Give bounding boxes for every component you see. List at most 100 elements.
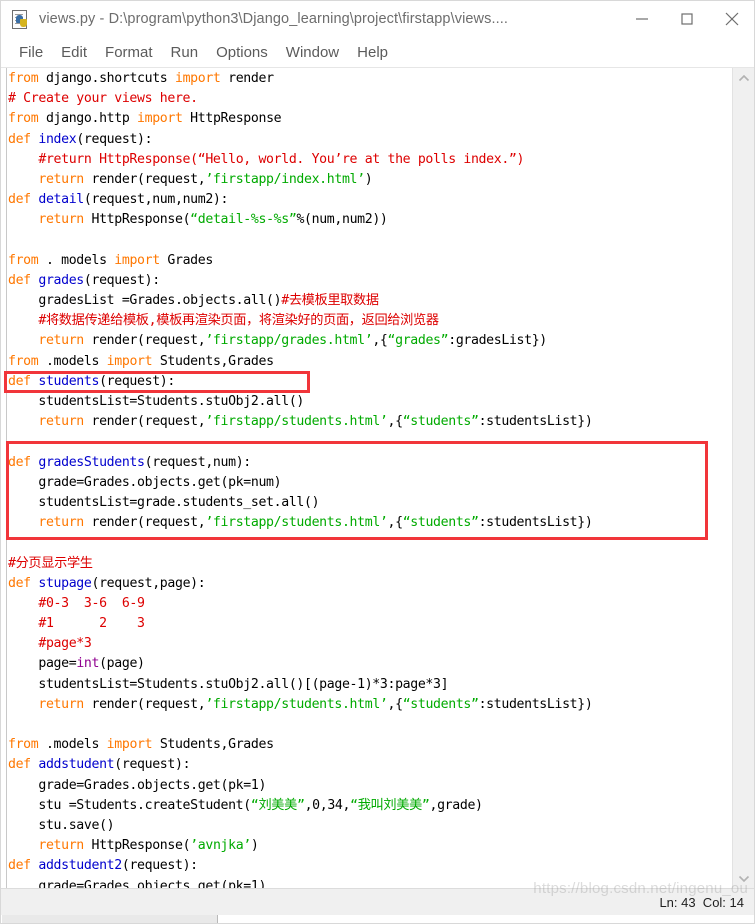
code-token: ’avnjka’	[190, 838, 251, 854]
code-token: def	[8, 575, 39, 591]
code-token: from	[8, 111, 46, 127]
code-token: int	[76, 656, 100, 672]
code-pane[interactable]: from django.shortcuts import render # Cre…	[1, 68, 732, 888]
code-token: def	[8, 858, 39, 874]
minimize-button[interactable]	[619, 1, 664, 37]
menu-item-edit[interactable]: Edit	[52, 42, 96, 63]
menu-item-format[interactable]: Format	[96, 42, 162, 63]
code-token: addstudent2	[38, 858, 122, 874]
code-line: studentsList=Students.stuObj2.all()[(pag…	[8, 675, 732, 695]
menu-bar: File Edit Format Run Options Window Help	[1, 37, 754, 68]
code-token: :studentsList})	[478, 414, 593, 430]
scroll-up-arrow[interactable]	[733, 68, 754, 88]
code-token: studentsList=Students.stuObj2.all()	[8, 394, 304, 409]
code-line: from . models import Grades	[8, 251, 732, 271]
code-token: stu =Students.createStudent(	[8, 797, 251, 813]
code-text[interactable]: from django.shortcuts import render # Cre…	[8, 69, 732, 888]
code-line: def addstudent(request):	[8, 755, 732, 775]
code-token: from	[8, 252, 46, 268]
window-title: views.py - D:\program\python3\Django_lea…	[39, 11, 508, 27]
horizontal-scrollbar[interactable]	[1, 915, 754, 923]
code-line: stu =Students.createStudent(“刘美美”,0,34,“…	[8, 796, 732, 816]
horizontal-scrollbar-thumb[interactable]	[2, 915, 218, 923]
code-line: return render(request,’firstapp/grades.h…	[8, 331, 732, 351]
menu-item-file[interactable]: File	[10, 42, 52, 63]
code-token: gradesStudents	[38, 454, 145, 470]
code-token: render(request,	[91, 333, 206, 349]
code-token: return	[38, 212, 92, 228]
code-token: HttpResponse(	[91, 838, 191, 854]
code-token: studentsList=grade.students_set.all()	[8, 494, 320, 510]
code-line: #0-3 3-6 6-9	[8, 594, 732, 614]
code-token: “我叫刘美美”	[350, 797, 430, 813]
code-token: (request):	[76, 131, 153, 147]
code-token: ,0,34,	[304, 797, 351, 813]
menu-item-run[interactable]: Run	[162, 42, 208, 63]
code-token: “students”	[402, 414, 479, 430]
maximize-button[interactable]	[664, 1, 709, 37]
code-line: def grades(request):	[8, 271, 732, 291]
code-token: render(request,	[91, 515, 206, 531]
code-token: grade=Grades.objects.get(pk=num)	[8, 474, 282, 490]
code-token: django.shortcuts	[45, 71, 175, 86]
code-token: (request):	[121, 858, 198, 874]
code-token: import	[137, 111, 191, 127]
menu-item-window[interactable]: Window	[277, 42, 348, 63]
code-line: #1 2 3	[8, 614, 732, 634]
code-line: def addstudent2(request):	[8, 856, 732, 876]
code-token: #0-3 3-6 6-9	[38, 595, 145, 611]
code-line: return render(request,’firstapp/students…	[8, 513, 732, 533]
code-line: from .models import Students,Grades	[8, 735, 732, 755]
code-token: #return HttpResponse(“Hello, world. You’…	[38, 151, 525, 167]
code-token: Students,Grades	[159, 353, 274, 369]
window-controls	[619, 1, 754, 37]
menu-item-help[interactable]: Help	[348, 42, 397, 63]
code-token: ’firstapp/students.html’	[205, 696, 388, 712]
code-token: ,{	[387, 414, 404, 430]
code-token: render(request,	[91, 171, 206, 187]
code-token: stupage	[38, 575, 92, 591]
code-token: import	[106, 353, 160, 369]
code-line: return render(request,’firstapp/students…	[8, 695, 732, 715]
close-button[interactable]	[709, 1, 754, 37]
code-line: def students(request):	[8, 372, 732, 392]
code-token: ,{	[387, 515, 404, 531]
code-token: return	[38, 414, 92, 430]
code-token: addstudent	[38, 757, 115, 773]
code-token: )	[364, 171, 373, 187]
code-token: . models	[45, 252, 115, 268]
code-line: studentsList=grade.students_set.all()	[8, 493, 732, 513]
vertical-scrollbar[interactable]	[732, 68, 754, 888]
code-line: stu.save()	[8, 816, 732, 836]
code-token: from	[8, 353, 46, 369]
code-token: ’firstapp/grades.html’	[205, 333, 373, 349]
code-line: studentsList=Students.stuObj2.all()	[8, 392, 732, 412]
code-token: grade=Grades.objects.get(pk=1)	[8, 777, 267, 793]
idle-editor-window: views.py - D:\program\python3\Django_lea…	[0, 0, 755, 924]
code-token: django.http	[45, 111, 138, 127]
code-token: students	[38, 373, 100, 389]
code-token: ,{	[387, 696, 404, 712]
editor-gutter	[1, 68, 7, 888]
code-line: #page*3	[8, 634, 732, 654]
code-token: (request):	[114, 757, 191, 773]
code-token: import	[174, 71, 229, 86]
status-bar: https://blog.csdn.net/ingenu_ou Ln: 43 C…	[1, 880, 754, 915]
editor-area: from django.shortcuts import render # Cre…	[1, 68, 754, 888]
code-line: gradesList =Grades.objects.all()#去模板里取数据	[8, 291, 732, 311]
code-line: page=int(page)	[8, 654, 732, 674]
menu-item-options[interactable]: Options	[207, 42, 277, 63]
code-token: “detail-%s-%s”	[190, 212, 297, 228]
code-token: ,grade)	[429, 797, 483, 813]
code-token: grades	[38, 272, 84, 288]
